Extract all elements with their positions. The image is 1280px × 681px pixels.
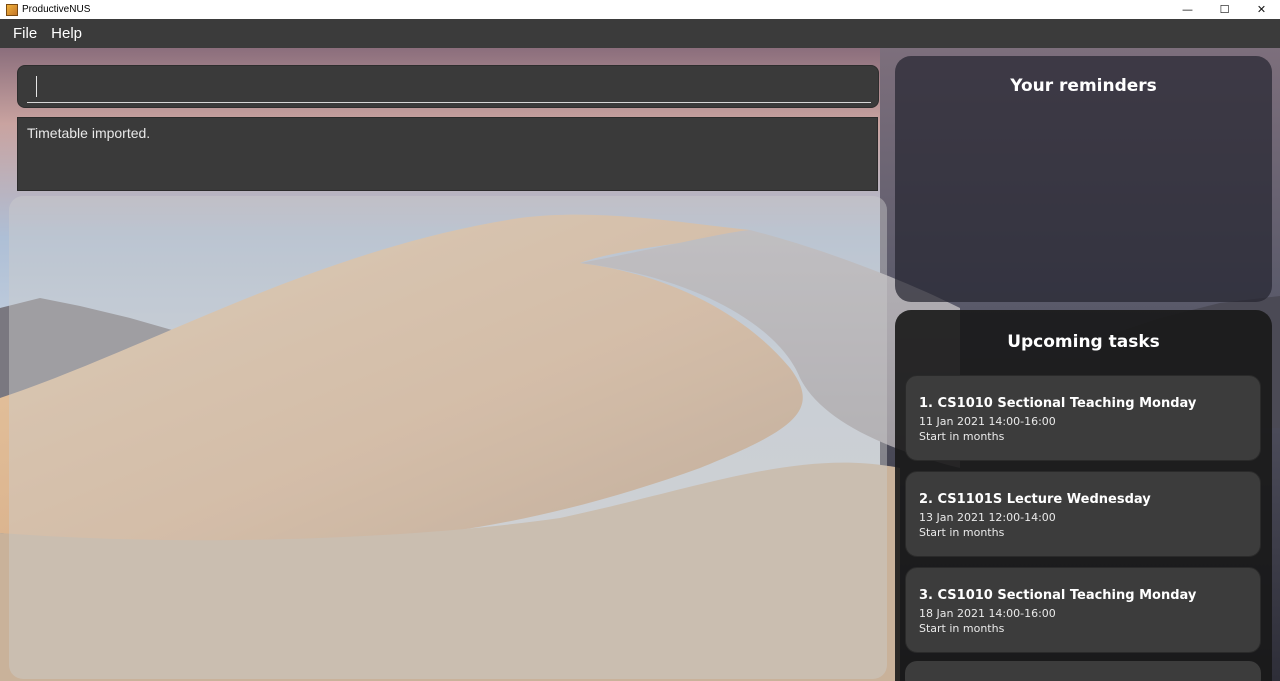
menu-bar: File Help bbox=[0, 19, 1280, 48]
task-card[interactable]: 3. CS1010 Sectional Teaching Monday 18 J… bbox=[905, 567, 1261, 653]
result-message: Timetable imported. bbox=[27, 125, 151, 141]
window-title-bar: ProductiveNUS — ☐ ✕ bbox=[0, 0, 1280, 19]
menu-help[interactable]: Help bbox=[44, 25, 89, 42]
task-card[interactable]: 2. CS1101S Lecture Wednesday 13 Jan 2021… bbox=[905, 471, 1261, 557]
window-controls: — ☐ ✕ bbox=[1169, 0, 1280, 19]
task-date: 18 Jan 2021 14:00-16:00 bbox=[919, 607, 1056, 620]
result-display: Timetable imported. bbox=[17, 117, 878, 191]
task-name: 2. CS1101S Lecture Wednesday bbox=[919, 492, 1151, 507]
minimize-button[interactable]: — bbox=[1169, 0, 1206, 19]
main-display-panel bbox=[9, 196, 887, 679]
reminders-panel: Your reminders bbox=[895, 56, 1272, 302]
command-box bbox=[17, 65, 879, 108]
maximize-button[interactable]: ☐ bbox=[1206, 0, 1243, 19]
reminders-title: Your reminders bbox=[1010, 76, 1157, 96]
upcoming-tasks-title: Upcoming tasks bbox=[1007, 332, 1160, 352]
task-card-partial[interactable] bbox=[905, 661, 1261, 681]
app-icon bbox=[6, 3, 18, 16]
close-button[interactable]: ✕ bbox=[1243, 0, 1280, 19]
task-name: 3. CS1010 Sectional Teaching Monday bbox=[919, 588, 1197, 603]
task-status: Start in months bbox=[919, 526, 1005, 539]
menu-file[interactable]: File bbox=[6, 25, 44, 42]
task-date: 13 Jan 2021 12:00-14:00 bbox=[919, 511, 1056, 524]
upcoming-tasks-panel[interactable]: Upcoming tasks 1. CS1010 Sectional Teach… bbox=[895, 310, 1272, 681]
window-title: ProductiveNUS bbox=[22, 4, 91, 15]
task-date: 11 Jan 2021 14:00-16:00 bbox=[919, 415, 1056, 428]
task-status: Start in months bbox=[919, 622, 1005, 635]
command-input[interactable] bbox=[27, 72, 871, 103]
task-status: Start in months bbox=[919, 430, 1005, 443]
text-cursor bbox=[36, 76, 37, 97]
task-name: 1. CS1010 Sectional Teaching Monday bbox=[919, 396, 1197, 411]
task-card[interactable]: 1. CS1010 Sectional Teaching Monday 11 J… bbox=[905, 375, 1261, 461]
